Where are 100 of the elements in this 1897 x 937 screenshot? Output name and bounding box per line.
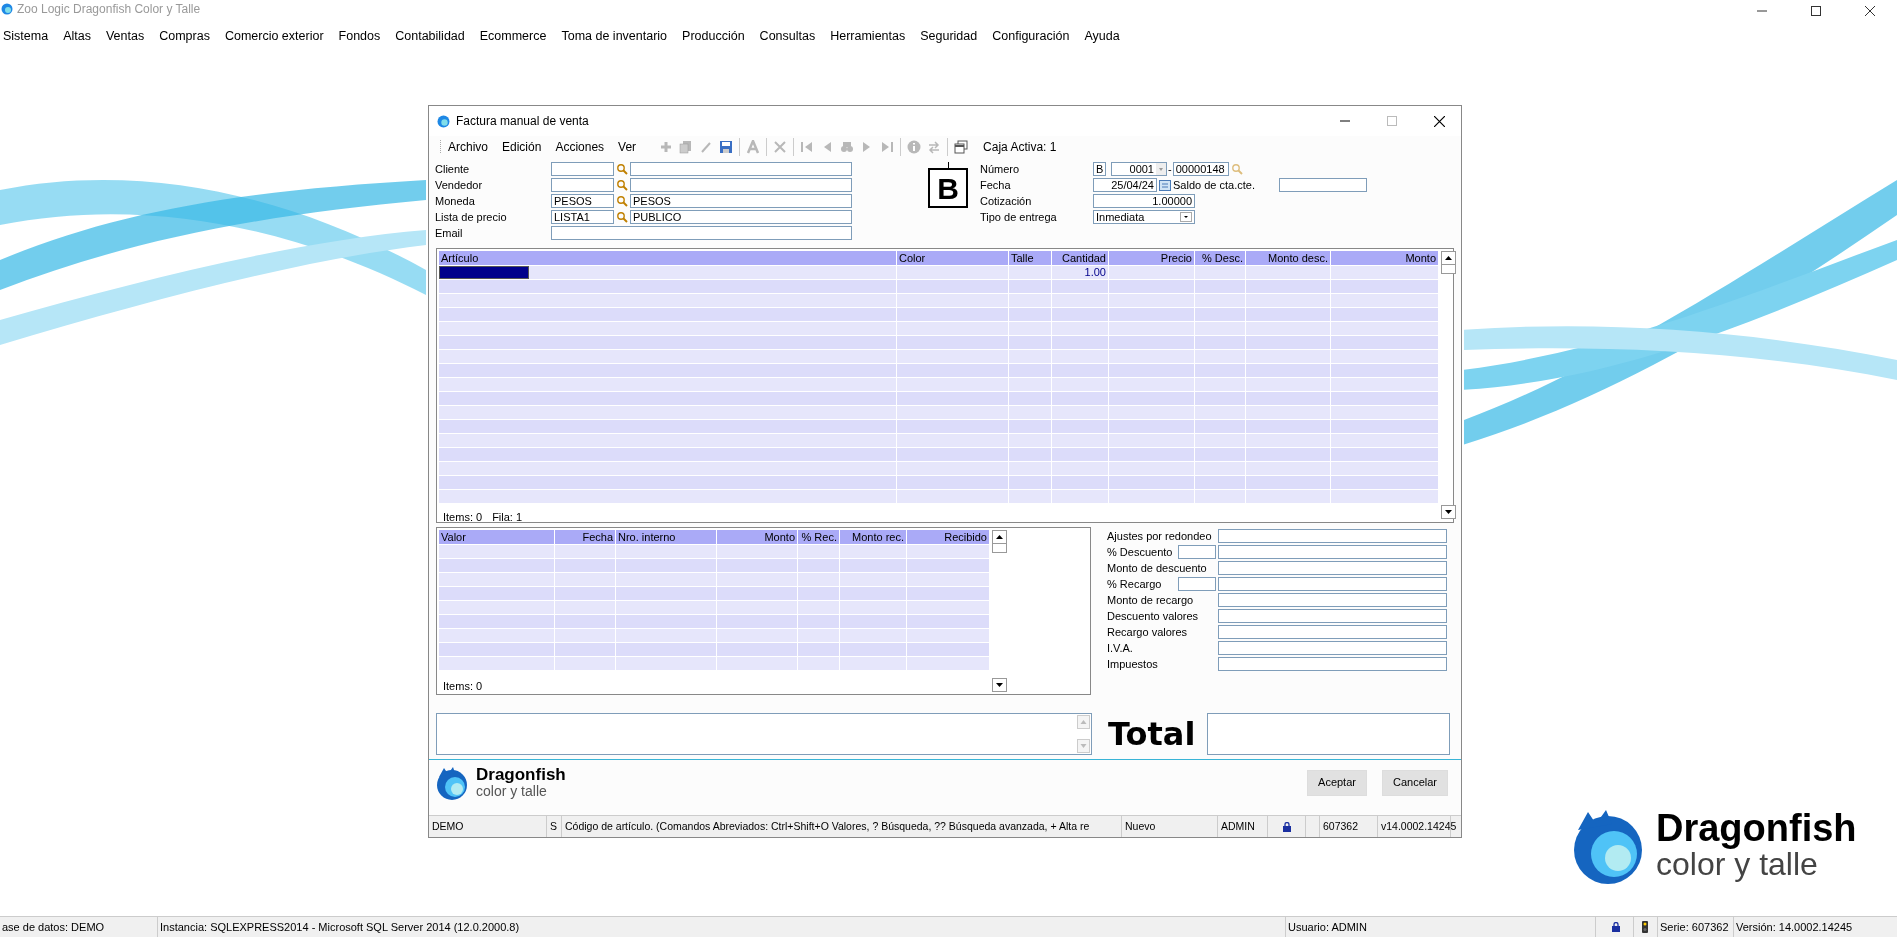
grid-cell[interactable] [555,601,616,614]
grid-cell[interactable] [1246,462,1331,475]
grid-cell[interactable] [616,629,717,642]
grid-cell[interactable] [717,643,798,656]
grid-cell[interactable] [1052,490,1109,503]
grid-cell[interactable] [907,559,990,572]
menu-item[interactable]: Ecommerce [479,27,547,46]
column-header[interactable]: Color [897,251,1009,265]
grid-cell[interactable] [1052,476,1109,489]
grid-cell[interactable] [439,587,555,600]
grid-cell[interactable] [1195,350,1246,363]
grid-cell[interactable] [1331,406,1439,419]
grid-cell[interactable] [1246,490,1331,503]
grid-cell[interactable] [840,573,907,586]
grid-cell[interactable] [1009,476,1052,489]
grid-cell[interactable] [717,573,798,586]
grid-cell[interactable] [1195,434,1246,447]
grid-cell[interactable] [1246,434,1331,447]
grid-cell[interactable] [897,392,1009,405]
description-field[interactable] [630,162,852,176]
grid-cell[interactable] [1246,378,1331,391]
grid-cell[interactable] [1052,364,1109,377]
grid-cell[interactable] [1109,294,1195,307]
menu-item[interactable]: Comercio exterior [224,27,324,46]
column-header[interactable]: Valor [439,530,555,544]
grid-cell[interactable] [1052,406,1109,419]
menu-item[interactable]: Configuración [992,27,1070,46]
grid-cell[interactable] [555,615,616,628]
grid-cell[interactable] [439,350,897,363]
grid-cell[interactable] [1052,462,1109,475]
balance-field[interactable] [1279,178,1367,192]
selected-input-cell[interactable] [439,266,529,279]
grid-cell[interactable] [1109,462,1195,475]
column-header[interactable]: Talle [1009,251,1052,265]
grid-cell[interactable] [1246,476,1331,489]
grid-cell[interactable] [439,280,897,293]
grid-cell[interactable] [1052,434,1109,447]
description-field[interactable] [630,178,852,192]
grid-cell[interactable] [1052,280,1109,293]
grid-cell[interactable] [439,378,897,391]
description-field[interactable]: PUBLICO [630,210,852,224]
grid-cell[interactable] [439,490,897,503]
grid-cell[interactable] [616,573,717,586]
amount-field[interactable] [1218,561,1447,575]
grid-cell[interactable] [1052,294,1109,307]
column-header[interactable]: Precio [1109,251,1195,265]
grid-cell[interactable] [1109,476,1195,489]
grid-cell[interactable] [1246,364,1331,377]
grid-cell[interactable] [1009,392,1052,405]
grid-cell[interactable] [897,378,1009,391]
column-header[interactable]: Artículo [439,251,897,265]
grid-cell[interactable] [1052,448,1109,461]
column-header[interactable]: Fecha [555,530,616,544]
menu-item[interactable]: Altas [63,27,91,46]
code-field[interactable]: LISTA1 [551,210,614,224]
scroll-thumb[interactable] [1441,265,1456,274]
grid-cell[interactable] [439,420,897,433]
column-header[interactable]: Recibido [907,530,990,544]
grid-cell[interactable] [897,294,1009,307]
grid-cell[interactable] [1109,448,1195,461]
grid-cell[interactable] [897,336,1009,349]
grid-cell[interactable] [555,573,616,586]
column-header[interactable]: % Rec. [798,530,840,544]
percent-field[interactable] [1178,577,1216,591]
grid-cell[interactable] [1009,378,1052,391]
grid-cell[interactable] [897,322,1009,335]
grid-cell[interactable] [616,601,717,614]
menu-item[interactable]: Fondos [338,27,381,46]
grid-cell[interactable] [1331,448,1439,461]
grid-cell[interactable] [555,559,616,572]
grid-cell[interactable] [616,587,717,600]
grid-cell[interactable] [1331,308,1439,321]
grid-cell[interactable] [1331,266,1439,279]
grid-cell[interactable] [616,615,717,628]
grid-cell[interactable] [1009,462,1052,475]
grid-cell[interactable] [1009,434,1052,447]
column-header[interactable]: % Desc. [1195,251,1246,265]
grid-cell[interactable] [1009,322,1052,335]
grid-cell[interactable] [1009,448,1052,461]
grid-cell[interactable] [616,657,717,670]
grid-cell[interactable] [840,643,907,656]
grid-cell[interactable] [616,545,717,558]
point-of-sale-dropdown[interactable]: 0001 [1111,162,1167,176]
grid-cell[interactable] [1109,350,1195,363]
grid-cell[interactable] [439,322,897,335]
grid-cell[interactable] [1052,336,1109,349]
menu-item[interactable]: Edición [502,138,542,156]
menu-item[interactable]: Contabilidad [395,27,465,46]
amount-field[interactable] [1218,577,1447,591]
grid-cell[interactable] [840,601,907,614]
grid-cell[interactable] [1109,392,1195,405]
grid-cell[interactable] [798,615,840,628]
grid-cell[interactable] [439,364,897,377]
grid-cell[interactable] [717,629,798,642]
total-field[interactable] [1207,713,1450,755]
grid-cell[interactable] [897,490,1009,503]
amount-field[interactable] [1218,529,1447,543]
grid-cell[interactable] [439,476,897,489]
grid-cell[interactable] [897,308,1009,321]
grid-cell[interactable] [897,434,1009,447]
